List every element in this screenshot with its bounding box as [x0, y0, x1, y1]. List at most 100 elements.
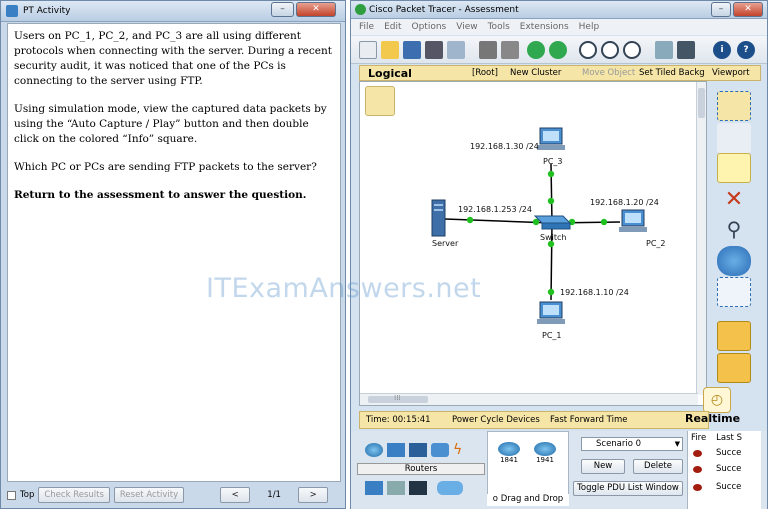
logical-workspace[interactable]: Server Switch PC_3 PC_2 PC_1 192.168.1.2… — [359, 81, 707, 406]
fast-forward-button[interactable]: Fast Forward Time — [550, 415, 627, 425]
device-category-panel: ϟ Routers — [357, 435, 485, 505]
delete-icon[interactable]: ✕ — [717, 185, 751, 215]
zoom-reset-icon[interactable] — [601, 41, 619, 59]
power-cycle-button[interactable]: Power Cycle Devices — [452, 415, 540, 425]
viewport-button[interactable]: Viewport — [712, 68, 750, 78]
top-checkbox[interactable] — [7, 490, 16, 500]
wireless-category-icon[interactable] — [431, 443, 449, 457]
set-tiled-background-button[interactable]: Set Tiled Backg — [639, 68, 705, 78]
pdu-list: Fire Last S Succe Succe Succe — [687, 431, 761, 509]
packet-tracer-titlebar: Cisco Packet Tracer - Assessment – ✕ — [351, 1, 767, 19]
check-results-button[interactable]: Check Results — [38, 487, 110, 503]
delete-scenario-button[interactable]: Delete — [633, 459, 683, 474]
drag-drop-caption: o Drag and Drop — [487, 494, 569, 506]
menu-options[interactable]: Options — [412, 22, 447, 32]
scenario-select[interactable]: Scenario 0 ▼ — [581, 437, 683, 451]
pdu-row[interactable]: Succe — [688, 447, 762, 461]
paste-icon[interactable] — [501, 41, 519, 59]
switches-category-icon[interactable] — [387, 443, 405, 457]
router-icon — [534, 442, 556, 456]
prev-page-button[interactable]: < — [220, 487, 251, 503]
packet-tracer-window: Cisco Packet Tracer - Assessment – ✕ Fil… — [350, 0, 768, 509]
vertical-scrollbar[interactable] — [696, 82, 706, 395]
workspace-bar: Logical [Root] New Cluster Move Object S… — [359, 65, 761, 81]
select-tool-icon[interactable] — [717, 91, 751, 121]
close-button[interactable]: ✕ — [296, 2, 336, 17]
instruction-paragraph: Using simulation mode, view the captured… — [14, 103, 327, 145]
app-icon — [6, 5, 18, 17]
help-icon[interactable]: ? — [737, 41, 755, 59]
realtime-mode-tab[interactable]: Realtime — [685, 411, 765, 429]
activity-controls: Top Check Results Reset Activity < 1/1 > — [7, 485, 341, 505]
router-model-1841[interactable]: 1841 — [494, 442, 524, 472]
close-button[interactable]: ✕ — [733, 2, 763, 17]
menu-help[interactable]: Help — [579, 22, 600, 32]
move-object-button[interactable]: Move Object — [582, 68, 635, 78]
menu-extensions[interactable]: Extensions — [520, 22, 569, 32]
logical-tab[interactable]: Logical — [368, 67, 412, 80]
pdu-row[interactable]: Succe — [688, 463, 762, 477]
open-folder-icon[interactable] — [381, 41, 399, 59]
palette-icon[interactable] — [655, 41, 673, 59]
multiuser-category-icon[interactable] — [437, 481, 463, 495]
root-button[interactable]: [Root] — [472, 68, 498, 78]
zoom-in-icon[interactable] — [579, 41, 597, 59]
next-page-button[interactable]: > — [298, 487, 329, 503]
resize-shape-icon[interactable] — [717, 277, 751, 307]
minimize-button[interactable]: – — [271, 2, 294, 17]
horizontal-scrollbar[interactable]: ⁞⁞⁞ — [360, 393, 698, 405]
menu-edit[interactable]: Edit — [384, 22, 401, 32]
activity-wizard-icon[interactable] — [447, 41, 465, 59]
new-scenario-button[interactable]: New — [581, 459, 625, 474]
place-note-icon[interactable] — [717, 153, 751, 183]
instructions-panel: Users on PC_1, PC_2, and PC_3 are all us… — [7, 23, 341, 482]
inspect-magnifier-icon[interactable]: ⚲ — [717, 215, 751, 245]
device-models-panel: 1841 1941 — [487, 431, 569, 501]
redo-icon[interactable] — [549, 41, 567, 59]
chevron-down-icon: ▼ — [674, 440, 680, 448]
undo-icon[interactable] — [527, 41, 545, 59]
main-toolbar: i ? — [351, 36, 767, 64]
link-status-dot — [600, 218, 608, 226]
custom-device-icon[interactable] — [677, 41, 695, 59]
minimize-button[interactable]: – — [711, 2, 731, 17]
instruction-paragraph: Users on PC_1, PC_2, and PC_3 are all us… — [14, 30, 332, 87]
device-and-scenario-panel: ϟ Routers 1841 1941 o Drag and Drop Scen… — [351, 431, 767, 509]
add-simple-pdu-icon[interactable] — [717, 321, 751, 351]
time-display: Time: 00:15:41 — [366, 415, 431, 425]
new-cluster-button[interactable]: New Cluster — [510, 68, 561, 78]
save-icon[interactable] — [403, 41, 421, 59]
custom-devices-category-icon[interactable] — [409, 481, 427, 495]
copy-icon[interactable] — [479, 41, 497, 59]
time-bar: Time: 00:15:41 Power Cycle Devices Fast … — [359, 411, 709, 429]
zoom-out-icon[interactable] — [623, 41, 641, 59]
menu-view[interactable]: View — [456, 22, 477, 32]
toggle-pdu-list-button[interactable]: Toggle PDU List Window — [573, 481, 683, 496]
menu-file[interactable]: File — [359, 22, 374, 32]
scenario-panel: Scenario 0 ▼ New Delete Toggle PDU List … — [573, 431, 683, 509]
common-tools-bar: ✕ ⚲ — [709, 91, 759, 391]
add-complex-pdu-icon[interactable] — [717, 353, 751, 383]
menu-bar: File Edit Options View Tools Extensions … — [351, 19, 767, 35]
inspect-hand-icon[interactable] — [717, 123, 751, 153]
connections-category-icon[interactable]: ϟ — [453, 443, 471, 457]
new-file-icon[interactable] — [359, 41, 377, 59]
routers-category-icon[interactable] — [365, 443, 383, 457]
hubs-category-icon[interactable] — [409, 443, 427, 457]
menu-tools[interactable]: Tools — [488, 22, 510, 32]
router-icon — [498, 442, 520, 456]
realtime-clock-icon[interactable]: ◴ — [703, 387, 731, 413]
pt-activity-titlebar: PT Activity – ✕ — [1, 1, 345, 22]
question-text: Which PC or PCs are sending FTP packets … — [14, 161, 317, 173]
print-icon[interactable] — [425, 41, 443, 59]
pdu-row[interactable]: Succe — [688, 481, 762, 495]
server-icon — [431, 199, 446, 237]
pc-icon — [537, 301, 565, 324]
end-devices-category-icon[interactable] — [365, 481, 383, 495]
wan-emulation-category-icon[interactable] — [387, 481, 405, 495]
info-icon[interactable]: i — [713, 41, 731, 59]
network-topology: Server Switch PC_3 PC_2 PC_1 192.168.1.2… — [431, 127, 666, 340]
draw-shape-icon[interactable] — [717, 246, 751, 276]
reset-activity-button[interactable]: Reset Activity — [113, 487, 185, 503]
router-model-1941[interactable]: 1941 — [530, 442, 560, 472]
